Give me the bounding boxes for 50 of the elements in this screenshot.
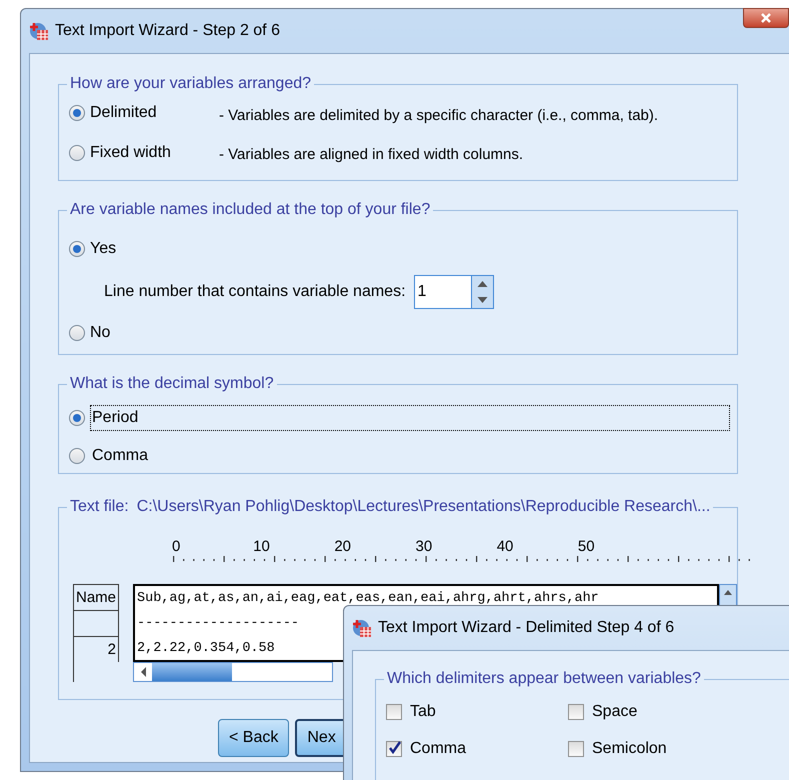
- group-title: What is the decimal symbol?: [67, 374, 277, 394]
- ruler-number: 0: [172, 538, 182, 556]
- preview-line: 2,2.22,0.354,0.58: [136, 640, 275, 658]
- ruler-number: 10: [253, 538, 271, 556]
- ruler-number: 40: [496, 538, 514, 556]
- preview-line: Sub,ag,at,as,an,ai,eag,eat,eas,ean,eai,ahrg,ahrt,ahrs,ahr: [136, 590, 599, 608]
- radio-button[interactable]: [69, 105, 85, 122]
- row-header-cell: 2: [74, 636, 119, 662]
- spin-field[interactable]: 1: [414, 275, 494, 309]
- field-label: Line number that contains variable names:: [104, 282, 406, 302]
- row-header-cell: Name: [74, 584, 119, 610]
- radio-button[interactable]: [69, 410, 85, 426]
- window-title: Text Import Wizard - Step 2 of 6: [55, 21, 280, 41]
- app-icon: [29, 21, 49, 41]
- wizard-button[interactable]: < Back: [218, 719, 290, 757]
- option-label: Delimited: [90, 103, 157, 124]
- checkbox[interactable]: [386, 741, 402, 757]
- close-button[interactable]: [743, 8, 789, 28]
- group-title: Text file:: [70, 497, 129, 517]
- radio-button[interactable]: [69, 448, 85, 464]
- option-label: Yes: [90, 239, 116, 259]
- radio-button[interactable]: [69, 144, 85, 161]
- checkbox-label: Space: [592, 702, 638, 722]
- radio-button[interactable]: [69, 241, 85, 257]
- ruler-number: 20: [334, 538, 352, 556]
- checkbox-label: Tab: [410, 702, 436, 722]
- checkbox[interactable]: [386, 704, 402, 720]
- window-title: Text Import Wizard - Delimited Step 4 of 6: [378, 618, 674, 638]
- file-path: C:\Users\Ryan Pohlig\Desktop\Lectures\Presentations\Reproducible Research\...: [136, 497, 710, 517]
- group-title: Are variable names included at the top of your file?: [67, 200, 434, 220]
- option-description: - Variables are aligned in fixed width columns.: [219, 144, 524, 164]
- option-label: Comma: [91, 446, 150, 466]
- checkbox[interactable]: [568, 704, 584, 720]
- left-arrow-icon: [140, 667, 146, 677]
- preview-line: --------------------: [136, 615, 300, 633]
- group-title: Which delimiters appear between variables?: [384, 669, 704, 689]
- radio-button[interactable]: [69, 325, 85, 341]
- option-label: Fixed width: [90, 142, 171, 163]
- option-label: No: [90, 323, 110, 343]
- option-description: - Variables are delimited by a specific character (i.e., comma, tab).: [219, 106, 660, 126]
- ruler-number: 50: [578, 538, 596, 556]
- close-icon: [760, 13, 772, 23]
- app-icon: [352, 618, 372, 638]
- checkbox-label: Comma: [410, 739, 466, 759]
- checkbox[interactable]: [568, 741, 584, 757]
- option-label: Period: [90, 405, 730, 431]
- group-title: How are your variables arranged?: [67, 74, 314, 94]
- horizontal-scrollbar[interactable]: [133, 662, 333, 682]
- ruler-number: 30: [416, 538, 434, 556]
- checkbox-label: Semicolon: [592, 739, 667, 759]
